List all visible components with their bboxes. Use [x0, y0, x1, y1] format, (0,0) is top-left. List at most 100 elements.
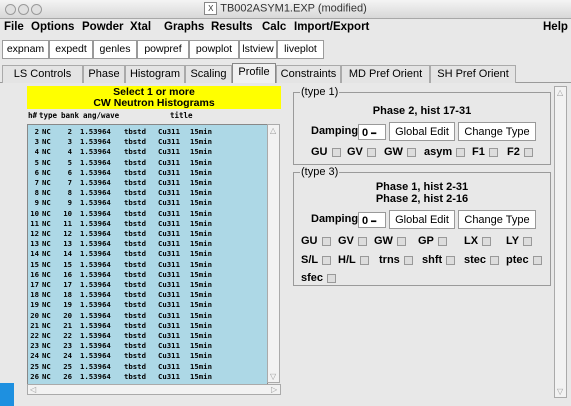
profile-vertical-scrollbar[interactable]: △ ▽: [554, 86, 567, 398]
cell-bank: 25: [63, 361, 72, 371]
cell-tbstd: tbstd: [124, 351, 146, 361]
cell-bank: 18: [63, 290, 72, 300]
list-item[interactable]: 9 NC 9 1.53964 tbstd Cu311 15min: [28, 198, 267, 207]
list-item[interactable]: 11 NC 11 1.53964 tbstd Cu311 15min: [28, 219, 267, 228]
type1-damping-select[interactable]: 0 ━: [358, 124, 386, 140]
chk3-ly[interactable]: LY: [506, 235, 533, 247]
chk-gv[interactable]: GV: [347, 146, 376, 158]
list-item[interactable]: 20 NC 20 1.53964 tbstd Cu311 15min: [28, 311, 267, 320]
cell-cu311: Cu311: [158, 218, 180, 228]
type1-change-type-button[interactable]: Change Type: [458, 122, 536, 141]
scroll-down-icon[interactable]: ▽: [557, 387, 563, 396]
menu-calc[interactable]: Calc: [262, 21, 286, 33]
chk3-hl[interactable]: H/L: [338, 254, 369, 266]
liveplot-button[interactable]: liveplot: [277, 40, 324, 59]
list-item[interactable]: 7 NC 7 1.53964 tbstd Cu311 15min: [28, 178, 267, 187]
cell-bank: 5: [67, 157, 72, 167]
tab-phase[interactable]: Phase: [83, 65, 125, 83]
tab-scaling[interactable]: Scaling: [185, 65, 232, 83]
list-horizontal-scrollbar[interactable]: ◁ ▷: [27, 384, 281, 395]
menu-help[interactable]: Help: [543, 21, 568, 33]
expedt-button[interactable]: expedt: [49, 40, 93, 59]
list-item[interactable]: 15 NC 15 1.53964 tbstd Cu311 15min: [28, 260, 267, 269]
list-item[interactable]: 21 NC 21 1.53964 tbstd Cu311 15min: [28, 321, 267, 330]
list-item[interactable]: 25 NC 25 1.53964 tbstd Cu311 15min: [28, 362, 267, 371]
type3-change-type-button[interactable]: Change Type: [458, 210, 536, 229]
cell-tbstd: tbstd: [124, 300, 146, 310]
list-item[interactable]: 8 NC 8 1.53964 tbstd Cu311 15min: [28, 188, 267, 197]
tab-ls-controls[interactable]: LS Controls: [2, 65, 83, 83]
type1-global-edit-button[interactable]: Global Edit: [389, 122, 455, 141]
list-item[interactable]: 23 NC 23 1.53964 tbstd Cu311 15min: [28, 341, 267, 350]
cell-tbstd: tbstd: [124, 218, 146, 228]
menu-graphs[interactable]: Graphs: [164, 21, 204, 33]
tab-histogram[interactable]: Histogram: [125, 65, 185, 83]
list-item[interactable]: 13 NC 13 1.53964 tbstd Cu311 15min: [28, 239, 267, 248]
chk3-ptec[interactable]: ptec: [506, 254, 542, 266]
cell-hist: 5: [34, 157, 39, 167]
expnam-button[interactable]: expnam: [2, 40, 49, 59]
list-item[interactable]: 2 NC 2 1.53964 tbstd Cu311 15min: [28, 127, 267, 136]
powpref-button[interactable]: powpref: [137, 40, 189, 59]
menu-import-export[interactable]: Import/Export: [294, 21, 369, 33]
type3-global-edit-button[interactable]: Global Edit: [389, 210, 455, 229]
cell-angwave: 1.53964: [80, 249, 111, 259]
scroll-left-icon[interactable]: ◁: [30, 385, 36, 394]
list-vertical-scrollbar[interactable]: △ ▽: [267, 124, 280, 383]
list-item[interactable]: 18 NC 18 1.53964 tbstd Cu311 15min: [28, 290, 267, 299]
list-item[interactable]: 3 NC 3 1.53964 tbstd Cu311 15min: [28, 137, 267, 146]
chk3-gu[interactable]: GU: [301, 235, 331, 247]
scroll-down-icon[interactable]: ▽: [270, 372, 276, 381]
tab-md-pref-orient[interactable]: MD Pref Orient: [341, 65, 430, 83]
menu-file[interactable]: File: [4, 21, 24, 33]
chk3-trns[interactable]: trns: [379, 254, 413, 266]
chk3-gv[interactable]: GV: [338, 235, 367, 247]
cell-time: 15min: [190, 147, 212, 157]
cell-tbstd: tbstd: [124, 361, 146, 371]
tab-constraints[interactable]: Constraints: [276, 65, 341, 83]
chk3-gw[interactable]: GW: [374, 235, 406, 247]
list-item[interactable]: 10 NC 10 1.53964 tbstd Cu311 15min: [28, 209, 267, 218]
chk-gu[interactable]: GU: [311, 146, 341, 158]
scroll-right-icon[interactable]: ▷: [271, 385, 277, 394]
list-item[interactable]: 4 NC 4 1.53964 tbstd Cu311 15min: [28, 147, 267, 156]
chk3-sl[interactable]: S/L: [301, 254, 332, 266]
tab-sh-pref-orient[interactable]: SH Pref Orient: [430, 65, 516, 83]
list-item[interactable]: 16 NC 16 1.53964 tbstd Cu311 15min: [28, 270, 267, 279]
lstview-button[interactable]: lstview: [239, 40, 277, 59]
list-item[interactable]: 12 NC 12 1.53964 tbstd Cu311 15min: [28, 229, 267, 238]
list-item[interactable]: 5 NC 5 1.53964 tbstd Cu311 15min: [28, 158, 267, 167]
scroll-up-icon[interactable]: △: [270, 126, 276, 135]
list-item[interactable]: 19 NC 19 1.53964 tbstd Cu311 15min: [28, 300, 267, 309]
list-item[interactable]: 14 NC 14 1.53964 tbstd Cu311 15min: [28, 249, 267, 258]
scroll-up-icon[interactable]: △: [557, 88, 563, 97]
chk3-lx[interactable]: LX: [464, 235, 492, 247]
type3-damping-select[interactable]: 0 ━: [358, 212, 386, 228]
chk3-stec[interactable]: stec: [464, 254, 500, 266]
chk3-shft[interactable]: shft: [422, 254, 456, 266]
list-item[interactable]: 24 NC 24 1.53964 tbstd Cu311 15min: [28, 351, 267, 360]
cell-type: NC: [42, 157, 51, 167]
menu-results[interactable]: Results: [211, 21, 253, 33]
genles-button[interactable]: genles: [93, 40, 137, 59]
list-item[interactable]: 6 NC 6 1.53964 tbstd Cu311 15min: [28, 168, 267, 177]
cell-time: 15min: [190, 259, 212, 269]
menu-powder[interactable]: Powder: [82, 21, 124, 33]
chk-f1[interactable]: F1: [472, 146, 498, 158]
menu-xtal[interactable]: Xtal: [130, 21, 151, 33]
list-item[interactable]: 17 NC 17 1.53964 tbstd Cu311 15min: [28, 280, 267, 289]
chk-gw[interactable]: GW: [384, 146, 416, 158]
menu-options[interactable]: Options: [31, 21, 74, 33]
tab-profile[interactable]: Profile: [232, 63, 276, 83]
cell-angwave: 1.53964: [80, 300, 111, 310]
chk3-gp[interactable]: GP: [418, 235, 447, 247]
chk-f2[interactable]: F2: [507, 146, 533, 158]
chk3-sfec[interactable]: sfec: [301, 272, 337, 284]
powplot-button[interactable]: powplot: [189, 40, 239, 59]
cell-type: NC: [42, 341, 51, 351]
list-item[interactable]: 26 NC 26 1.53964 tbstd Cu311 15min: [28, 372, 267, 381]
histogram-list[interactable]: 2 NC 2 1.53964 tbstd Cu311 15min 3 NC 3 1.53964 tbs…: [27, 124, 268, 385]
list-item[interactable]: 22 NC 22 1.53964 tbstd Cu311 15min: [28, 331, 267, 340]
chk-asym[interactable]: asym: [424, 146, 466, 158]
cell-tbstd: tbstd: [124, 229, 146, 238]
